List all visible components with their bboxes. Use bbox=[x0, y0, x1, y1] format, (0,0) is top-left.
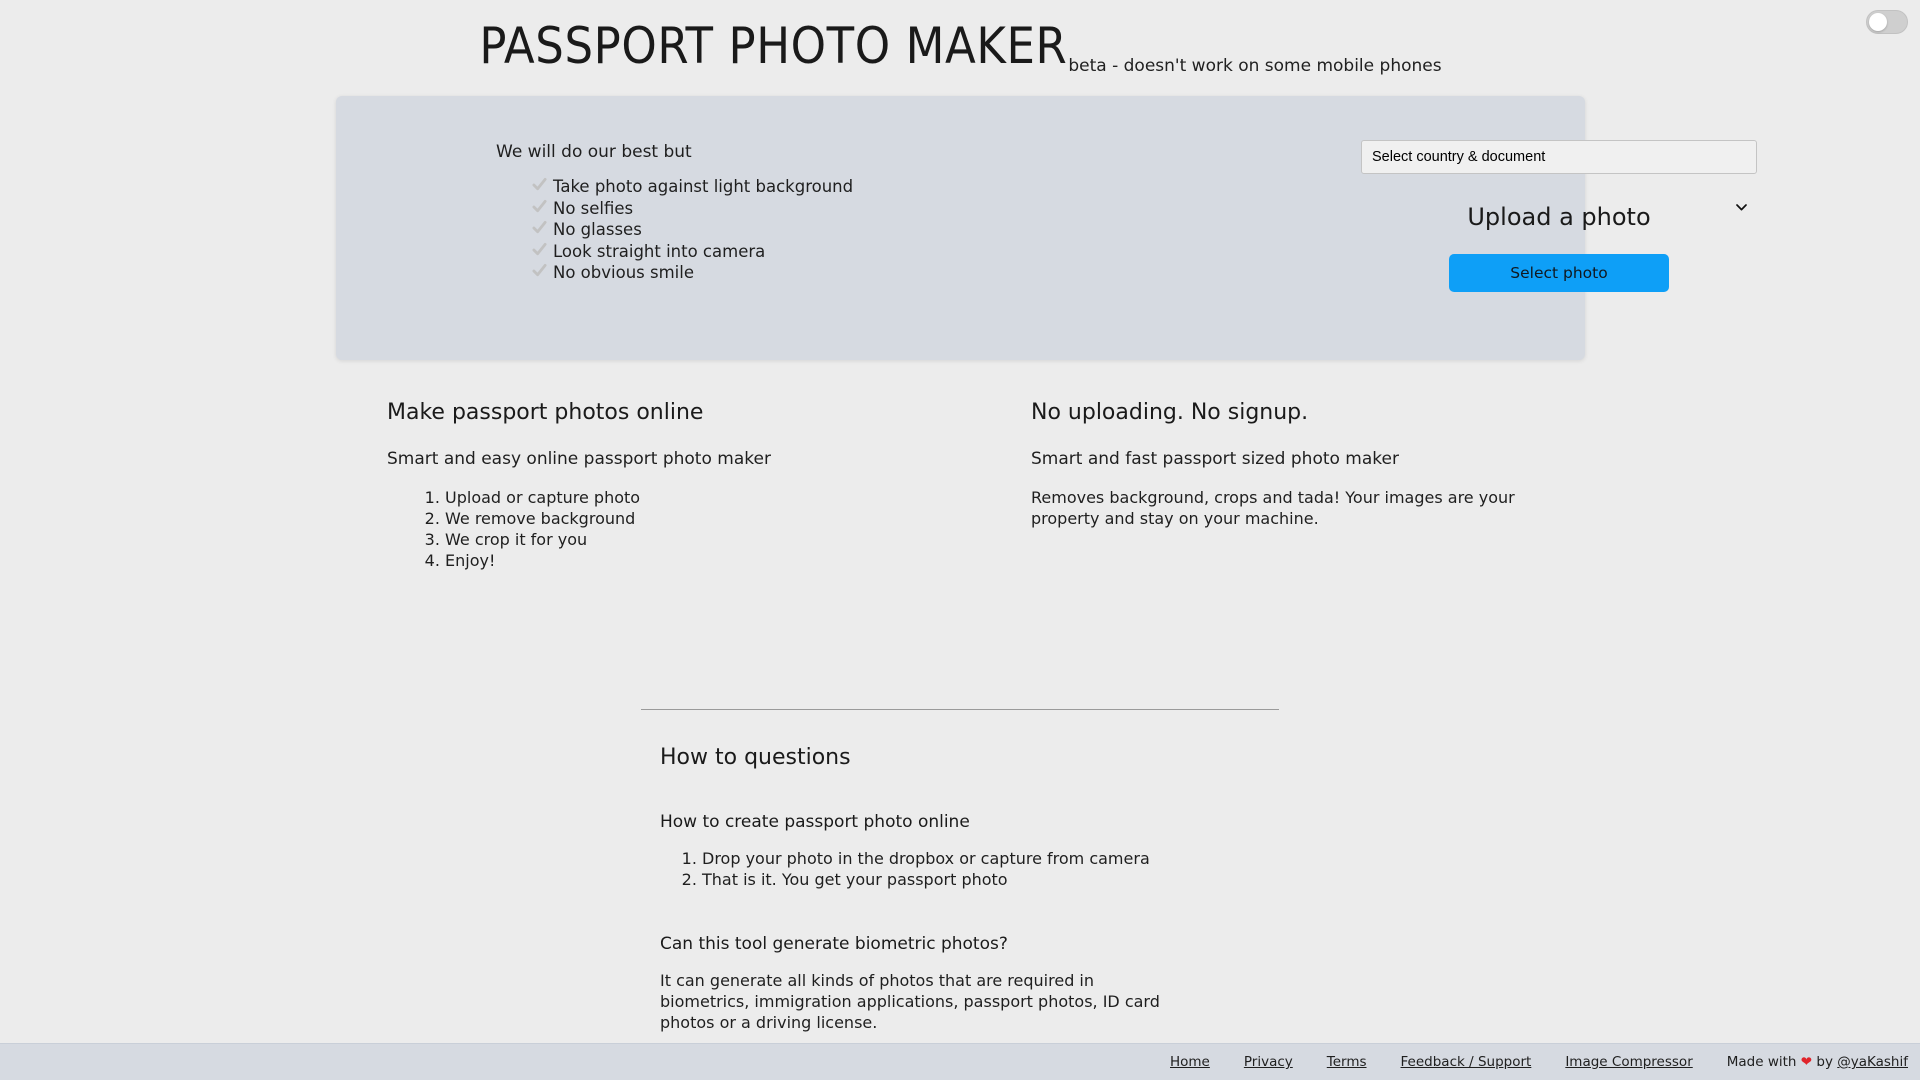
check-mark-icon bbox=[532, 199, 547, 214]
check-mark-icon bbox=[532, 220, 547, 235]
footer-link-feedback-support[interactable]: Feedback / Support bbox=[1401, 1054, 1532, 1070]
feature-subtitle: Smart and easy online passport photo mak… bbox=[387, 449, 771, 469]
list-item: Drop your photo in the dropbox or captur… bbox=[702, 848, 1360, 869]
feature-column-right: No uploading. No signup. Smart and fast … bbox=[1031, 400, 1551, 529]
list-item: We remove background bbox=[445, 508, 947, 529]
steps-list: Upload or capture photo We remove backgr… bbox=[387, 487, 947, 571]
feature-heading: Make passport photos online bbox=[387, 400, 704, 425]
list-item: Enjoy! bbox=[445, 550, 947, 571]
dark-mode-toggle[interactable] bbox=[1866, 10, 1908, 34]
upload-heading: Upload a photo bbox=[1467, 203, 1651, 231]
faq-question: Can this tool generate biometric photos? bbox=[660, 934, 1008, 954]
site-footer: Home Privacy Terms Feedback / Support Im… bbox=[0, 1043, 1920, 1080]
check-mark-icon bbox=[532, 263, 547, 278]
list-item-label: Look straight into camera bbox=[553, 241, 766, 261]
list-item-label: No glasses bbox=[553, 220, 642, 239]
list-item: We crop it for you bbox=[445, 529, 947, 550]
country-select-wrapper: Select country & document bbox=[1361, 140, 1757, 211]
site-header: PASSPORT PHOTO MAKERbeta - doesn't work … bbox=[0, 0, 1920, 76]
footer-link-image-compressor[interactable]: Image Compressor bbox=[1565, 1054, 1692, 1070]
list-item-label: No obvious smile bbox=[553, 263, 694, 282]
footer-link-terms[interactable]: Terms bbox=[1327, 1054, 1367, 1070]
page-title: PASSPORT PHOTO MAKER bbox=[479, 17, 1068, 75]
photo-tips-panel: We will do our best but Take photo again… bbox=[496, 142, 1016, 284]
credit-prefix: Made with bbox=[1726, 1054, 1797, 1070]
list-item: Look straight into camera bbox=[532, 241, 1016, 262]
footer-link-home[interactable]: Home bbox=[1170, 1054, 1210, 1070]
section-divider bbox=[641, 709, 1279, 710]
photo-tips-list: Take photo against light background No s… bbox=[496, 176, 1016, 283]
list-item-label: No selfies bbox=[553, 198, 634, 218]
faq-steps-list: Drop your photo in the dropbox or captur… bbox=[660, 848, 1360, 890]
list-item: No glasses bbox=[532, 219, 1016, 240]
feature-heading: No uploading. No signup. bbox=[1031, 400, 1309, 425]
feature-column-left: Make passport photos online Smart and ea… bbox=[387, 400, 947, 571]
faq-question: How to create passport photo online bbox=[660, 812, 970, 832]
footer-credit: Made with ❤ by @yaKashif bbox=[1727, 1054, 1908, 1070]
toggle-knob bbox=[1869, 13, 1887, 31]
list-item-label: Take photo against light background bbox=[553, 177, 854, 196]
credit-by: by bbox=[1816, 1054, 1833, 1070]
list-item: No obvious smile bbox=[532, 262, 1016, 283]
footer-link-author[interactable]: @yaKashif bbox=[1837, 1054, 1908, 1070]
footer-link-privacy[interactable]: Privacy bbox=[1244, 1054, 1293, 1070]
feature-body: Removes background, crops and tada! Your… bbox=[1031, 488, 1515, 528]
check-mark-icon bbox=[532, 177, 547, 192]
check-mark-icon bbox=[532, 242, 547, 257]
list-item: Take photo against light background bbox=[532, 176, 1016, 197]
list-item: No selfies bbox=[532, 198, 1016, 219]
feature-subtitle: Smart and fast passport sized photo make… bbox=[1031, 449, 1399, 469]
heart-icon: ❤ bbox=[1800, 1054, 1813, 1070]
beta-tagline: beta - doesn't work on some mobile phone… bbox=[1068, 56, 1442, 76]
country-document-select[interactable]: Select country & document bbox=[1361, 140, 1757, 174]
tips-intro: We will do our best but bbox=[496, 142, 692, 162]
hero-card: We will do our best but Take photo again… bbox=[336, 96, 1757, 360]
chevron-down-icon bbox=[1736, 196, 1747, 211]
faq-section: How to questions How to create passport … bbox=[660, 745, 1360, 1033]
upload-panel: Select country & document Upload a photo… bbox=[1361, 96, 1757, 292]
faq-title: How to questions bbox=[660, 745, 851, 770]
faq-answer: It can generate all kinds of photos that… bbox=[660, 971, 1160, 1032]
list-item: Upload or capture photo bbox=[445, 487, 947, 508]
list-item: That is it. You get your passport photo bbox=[702, 869, 1360, 890]
select-photo-button[interactable]: Select photo bbox=[1449, 254, 1669, 292]
